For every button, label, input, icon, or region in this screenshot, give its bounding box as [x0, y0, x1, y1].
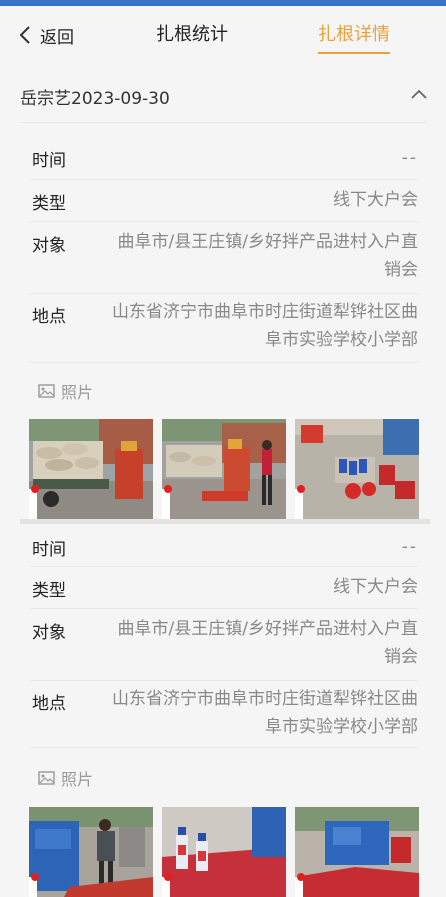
- time-label: 时间: [32, 151, 66, 171]
- photo-thumbnail[interactable]: [162, 419, 286, 519]
- nav-bar: 返回 扎根统计 扎根详情: [0, 6, 446, 64]
- time-row: 时间 --: [30, 524, 418, 567]
- type-value: 线下大户会: [333, 190, 418, 210]
- place-value: 山东省济宁市曲阜市时庄街道犁铧社区曲 阜市实验学校小学部: [112, 302, 418, 350]
- photo-thumbnail[interactable]: [29, 807, 153, 897]
- record-group-header[interactable]: 岳宗艺2023-09-30: [0, 70, 446, 122]
- type-row: 类型 线下大户会: [30, 180, 418, 222]
- truck-sacks-photo: [29, 419, 153, 519]
- place-label: 地点: [32, 694, 66, 714]
- bottles-red-seeds-photo: [162, 807, 286, 897]
- place-value: 山东省济宁市曲阜市时庄街道犁铧社区曲 阜市实验学校小学部: [112, 689, 418, 737]
- man-machine-photo: [162, 419, 286, 519]
- photo-thumbnail[interactable]: [29, 419, 153, 519]
- photo-thumbnail[interactable]: [162, 807, 286, 897]
- blue-machine-man-photo: [29, 807, 153, 897]
- photo-grid: [29, 419, 419, 519]
- photo-grid: [29, 807, 419, 897]
- target-label: 对象: [32, 623, 66, 643]
- back-button[interactable]: 返回: [18, 20, 74, 50]
- tab-statistics[interactable]: 扎根统计: [156, 20, 228, 52]
- photo-thumbnail[interactable]: [295, 807, 419, 897]
- image-icon: [38, 771, 55, 785]
- chevron-left-icon: [19, 26, 30, 44]
- target-value: 曲阜市/县王庄镇/乡好拌产品进村入户直 销会: [117, 619, 418, 667]
- type-label: 类型: [32, 194, 66, 214]
- place-label: 地点: [32, 307, 66, 327]
- place-row: 地点 山东省济宁市曲阜市时庄街道犁铧社区曲 阜市实验学校小学部: [30, 294, 418, 363]
- bottles-ground-photo: [295, 419, 419, 519]
- time-row: 时间 --: [30, 123, 418, 180]
- type-label: 类型: [32, 581, 66, 601]
- photos-heading: 照片: [38, 379, 93, 403]
- target-row: 对象 曲阜市/县王庄镇/乡好拌产品进村入户直 销会: [30, 609, 418, 681]
- type-row: 类型 线下大户会: [30, 567, 418, 609]
- target-value: 曲阜市/县王庄镇/乡好拌产品进村入户直 销会: [117, 232, 418, 280]
- tab-details[interactable]: 扎根详情: [318, 20, 390, 54]
- photos-heading: 照片: [38, 766, 93, 790]
- time-label: 时间: [32, 540, 66, 560]
- photo-thumbnail[interactable]: [295, 419, 419, 519]
- group-title: 岳宗艺2023-09-30: [20, 89, 170, 109]
- image-icon: [38, 384, 55, 398]
- chevron-up-icon[interactable]: [410, 88, 428, 100]
- type-value: 线下大户会: [333, 577, 418, 597]
- target-row: 对象 曲阜市/县王庄镇/乡好拌产品进村入户直 销会: [30, 222, 418, 294]
- time-value: --: [401, 537, 418, 557]
- target-label: 对象: [32, 236, 66, 256]
- back-label: 返回: [40, 27, 74, 48]
- blue-machine-seeds-photo: [295, 807, 419, 897]
- active-tab-indicator: [318, 52, 390, 54]
- place-row: 地点 山东省济宁市曲阜市时庄街道犁铧社区曲 阜市实验学校小学部: [30, 681, 418, 748]
- time-value: --: [401, 148, 418, 168]
